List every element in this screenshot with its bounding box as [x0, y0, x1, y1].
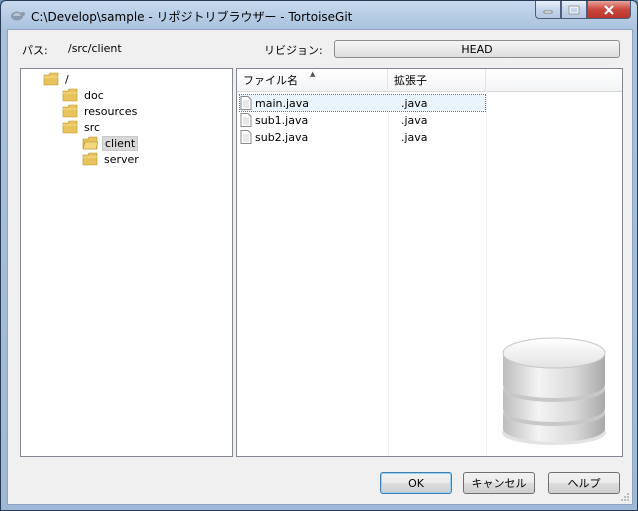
help-button[interactable]: ヘルプ — [548, 472, 620, 494]
minimize-icon — [543, 10, 553, 13]
tree-node-label: src — [84, 120, 101, 134]
ok-button[interactable]: OK — [380, 472, 452, 494]
caption-buttons — [535, 1, 631, 21]
path-value: /src/client — [68, 42, 122, 55]
folder-icon — [62, 88, 78, 102]
folder-icon — [62, 120, 78, 134]
tree-node-label: client — [102, 135, 139, 151]
folder-icon — [43, 72, 59, 86]
dialog-client-area: パス: /src/client リビジョン: HEAD / doc resour… — [7, 29, 633, 505]
folder-open-icon — [82, 136, 98, 150]
repository-browser-window: C:\Develop\sample - リポジトリブラウザー - Tortois… — [0, 0, 638, 511]
list-item[interactable]: sub2.java .java — [240, 129, 485, 145]
list-item[interactable]: sub1.java .java — [240, 112, 485, 128]
tree-node-label: server — [104, 152, 139, 166]
file-icon — [240, 96, 252, 110]
tree-node-root[interactable]: / — [43, 71, 71, 87]
window-title: C:\Develop\sample - リポジトリブラウザー - Tortois… — [31, 10, 353, 24]
database-icon — [502, 337, 606, 445]
list-item[interactable]: main.java .java — [239, 94, 486, 112]
title-bar[interactable]: C:\Develop\sample - リポジトリブラウザー - Tortois… — [1, 1, 637, 29]
file-list[interactable]: ファイル名 ▲ 拡張子 main.java .java sub1.java .j… — [236, 68, 623, 457]
column-header-label: 拡張子 — [394, 74, 427, 87]
folder-icon — [82, 152, 98, 166]
revision-label: リビジョン: — [264, 44, 323, 57]
maximize-icon — [568, 5, 580, 14]
tree-node-client[interactable]: client — [82, 135, 139, 151]
tree-node-label: doc — [84, 88, 104, 102]
sort-ascending-icon: ▲ — [310, 70, 316, 78]
tree-node-label: resources — [84, 104, 138, 118]
column-header-label: ファイル名 — [243, 74, 298, 87]
cancel-button[interactable]: キャンセル — [463, 472, 535, 494]
file-name: sub1.java — [255, 113, 309, 127]
tree-node-server[interactable]: server — [82, 151, 141, 167]
column-divider — [388, 91, 389, 455]
minimize-button[interactable] — [535, 1, 561, 19]
file-extension: .java — [401, 130, 428, 144]
revision-head-button[interactable]: HEAD — [334, 40, 620, 58]
tree-node-doc[interactable]: doc — [62, 87, 106, 103]
close-icon — [604, 4, 614, 15]
folder-tree[interactable]: / doc resources src client server — [20, 68, 233, 457]
column-divider — [486, 91, 487, 455]
path-label: パス: — [22, 44, 48, 57]
column-header-extension[interactable]: 拡張子 — [388, 69, 486, 91]
folder-icon — [62, 104, 78, 118]
tortoise-icon — [11, 11, 25, 21]
maximize-button[interactable] — [561, 1, 587, 19]
file-icon — [240, 130, 252, 144]
file-icon — [240, 113, 252, 127]
file-name: main.java — [255, 96, 310, 110]
tree-node-label: / — [65, 72, 69, 86]
file-extension: .java — [401, 113, 428, 127]
resize-grip-icon[interactable] — [620, 492, 630, 502]
tree-node-resources[interactable]: resources — [62, 103, 139, 119]
file-name: sub2.java — [255, 130, 309, 144]
file-extension: .java — [401, 96, 428, 110]
close-button[interactable] — [587, 1, 631, 19]
tree-node-src[interactable]: src — [62, 119, 102, 135]
list-header: ファイル名 ▲ 拡張子 — [237, 69, 622, 92]
